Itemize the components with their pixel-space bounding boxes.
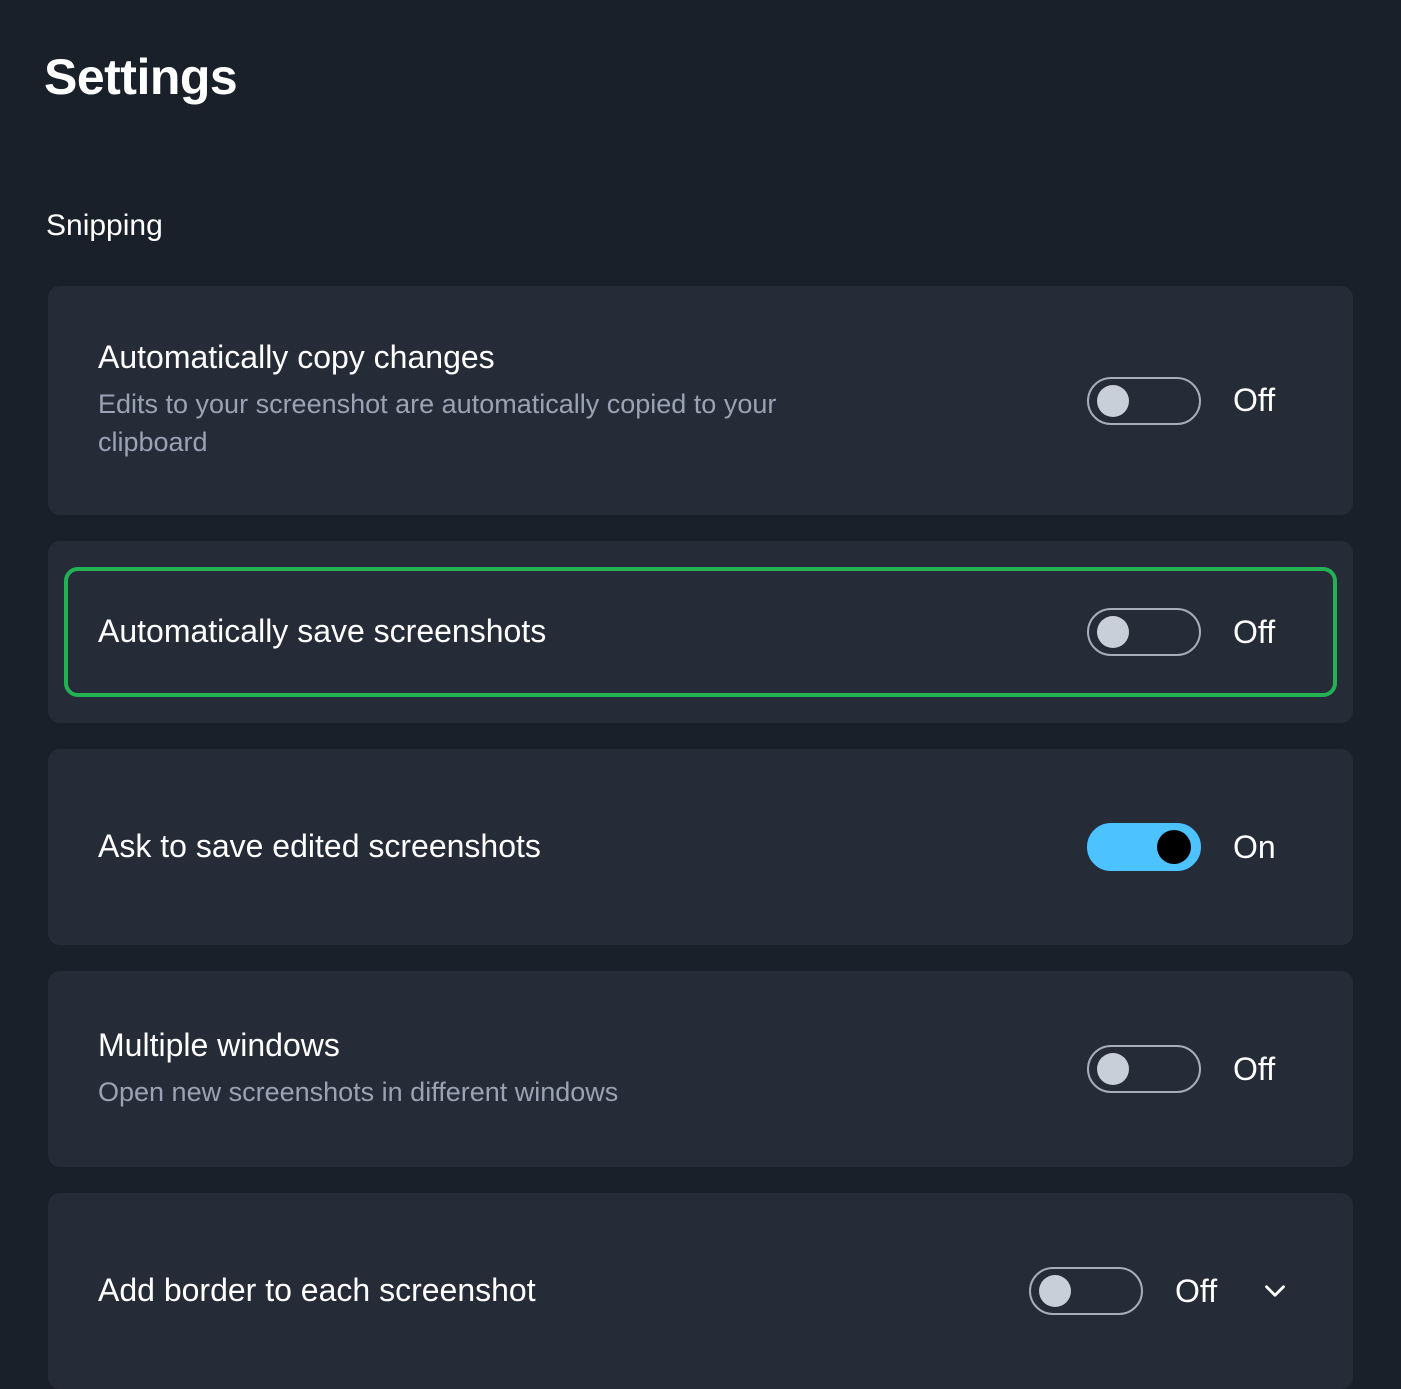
toggle-state-label: On	[1233, 828, 1276, 865]
setting-title: Automatically copy changes	[98, 339, 495, 376]
setting-description: Open new screenshots in different window…	[98, 1076, 619, 1107]
setting-control: Off	[1087, 376, 1297, 425]
setting-control: Off	[1087, 608, 1297, 656]
setting-row: Add border to each screenshot Off	[48, 1193, 1353, 1389]
setting-row: Automatically save screenshots Off	[48, 541, 1353, 723]
setting-card-multiple-windows[interactable]: Multiple windows Open new screenshots in…	[48, 971, 1353, 1167]
toggle-knob	[1097, 1053, 1129, 1085]
setting-text-group: Ask to save edited screenshots	[98, 828, 1087, 866]
setting-control: On	[1087, 823, 1297, 871]
setting-title: Ask to save edited screenshots	[98, 828, 541, 865]
setting-row: Automatically copy changes Edits to your…	[48, 286, 1353, 515]
page-title: Settings	[44, 49, 238, 105]
toggle-state-label: Off	[1233, 1050, 1276, 1087]
toggle-switch-automatically-save-screenshots[interactable]	[1087, 608, 1201, 656]
setting-title: Multiple windows	[98, 1026, 340, 1063]
setting-control: Off	[1087, 1045, 1297, 1093]
toggle-knob	[1157, 830, 1191, 864]
setting-text-group: Automatically save screenshots	[98, 613, 1087, 651]
setting-control: Off	[1029, 1267, 1297, 1315]
settings-list: Automatically copy changes Edits to your…	[48, 286, 1353, 1389]
setting-title: Add border to each screenshot	[98, 1272, 536, 1309]
setting-card-ask-to-save-edited-screenshots[interactable]: Ask to save edited screenshots On	[48, 749, 1353, 945]
setting-title: Automatically save screenshots	[98, 613, 547, 650]
setting-card-automatically-save-screenshots[interactable]: Automatically save screenshots Off	[48, 541, 1353, 723]
toggle-state-label: Off	[1175, 1272, 1218, 1309]
toggle-knob	[1097, 616, 1129, 648]
toggle-switch-automatically-copy-changes[interactable]	[1087, 376, 1201, 425]
settings-page: Settings Snipping Automatically copy cha…	[0, 0, 1401, 1389]
toggle-switch-add-border-to-each-screenshot[interactable]	[1029, 1267, 1143, 1315]
setting-text-group: Add border to each screenshot	[98, 1272, 1029, 1310]
toggle-switch-ask-to-save-edited-screenshots[interactable]	[1087, 823, 1201, 871]
setting-text-group: Automatically copy changes Edits to your…	[98, 339, 1087, 461]
setting-row: Ask to save edited screenshots On	[48, 749, 1353, 945]
toggle-state-label: Off	[1233, 382, 1276, 418]
toggle-knob	[1039, 1275, 1071, 1307]
setting-description: Edits to your screenshot are automatical…	[98, 389, 777, 458]
section-label-snipping: Snipping	[46, 209, 163, 242]
setting-card-automatically-copy-changes[interactable]: Automatically copy changes Edits to your…	[48, 286, 1353, 515]
setting-card-add-border-to-each-screenshot[interactable]: Add border to each screenshot Off	[48, 1193, 1353, 1389]
toggle-switch-multiple-windows[interactable]	[1087, 1045, 1201, 1093]
toggle-knob	[1097, 384, 1129, 417]
setting-row: Multiple windows Open new screenshots in…	[48, 971, 1353, 1167]
chevron-down-icon[interactable]	[1253, 1269, 1297, 1313]
toggle-state-label: Off	[1233, 613, 1276, 650]
setting-text-group: Multiple windows Open new screenshots in…	[98, 1027, 1087, 1111]
